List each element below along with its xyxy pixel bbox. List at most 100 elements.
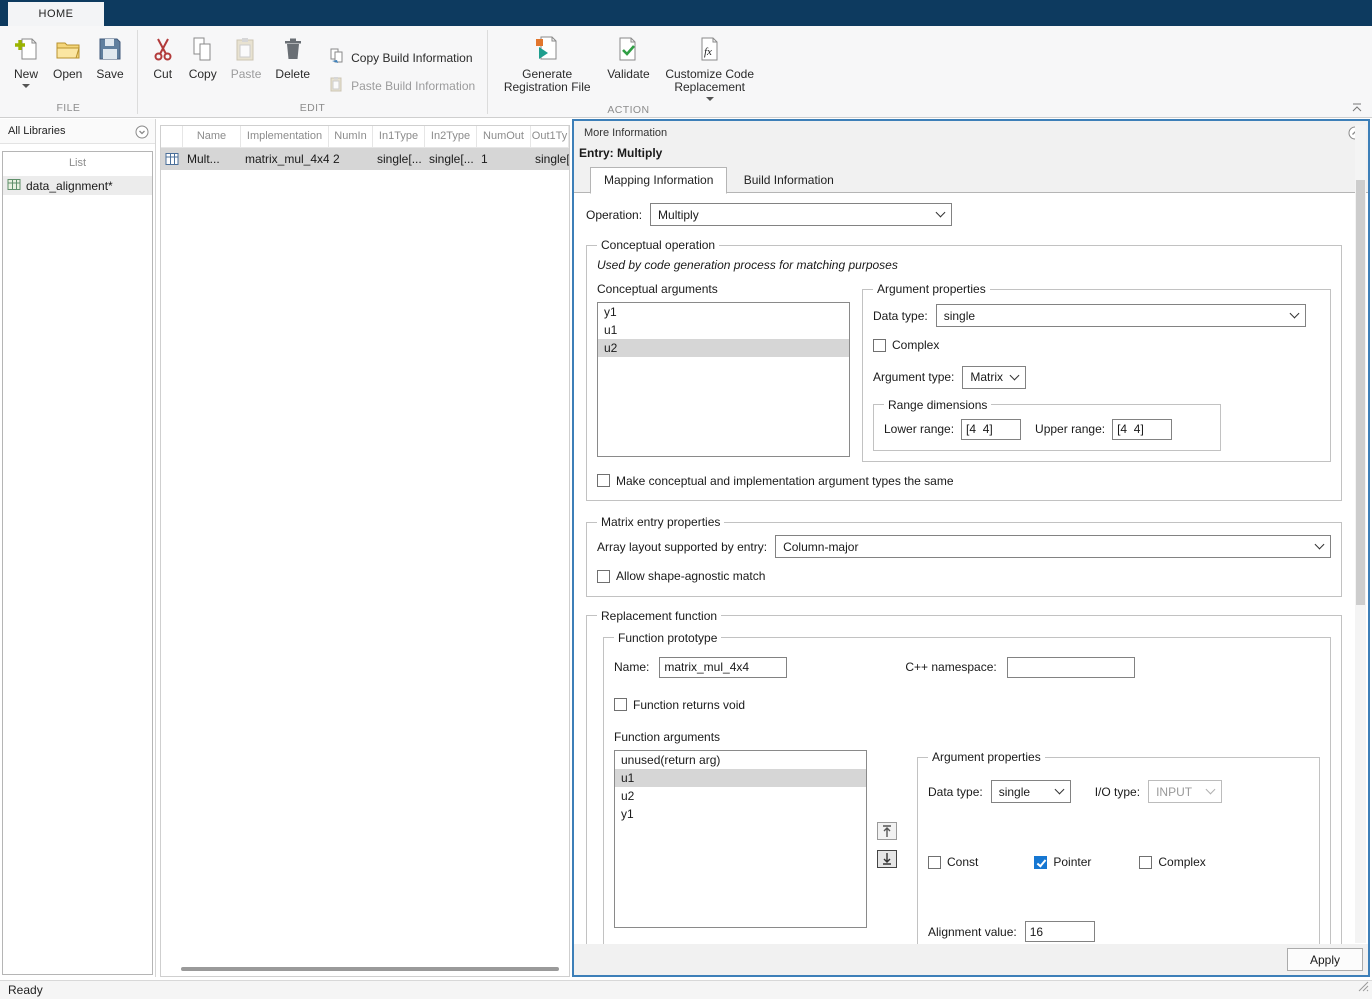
library-icon xyxy=(7,177,21,194)
list-item[interactable]: u1 xyxy=(598,321,849,339)
new-button[interactable]: New xyxy=(6,30,46,91)
conceptual-arguments-label: Conceptual arguments xyxy=(597,282,850,296)
paste-build-information-button[interactable]: Paste Build Information xyxy=(323,74,481,97)
list-item[interactable]: y1 xyxy=(615,805,866,823)
range-dimensions-legend: Range dimensions xyxy=(884,398,991,412)
ribbon-section-label-action: ACTION xyxy=(494,104,762,117)
argument-type-label: Argument type: xyxy=(873,370,954,384)
validate-button[interactable]: Validate xyxy=(600,30,656,84)
const-checkbox-label: Const xyxy=(947,855,978,869)
minimize-ribbon-icon[interactable] xyxy=(1350,102,1364,114)
new-button-label: New xyxy=(14,68,38,81)
libraries-tree: List data_alignment* xyxy=(2,151,153,975)
argument-type-dropdown[interactable]: Matrix xyxy=(962,366,1026,389)
ribbon-section-label-edit: EDIT xyxy=(144,102,481,117)
function-arguments-label: Function arguments xyxy=(614,730,1320,744)
same-types-checkbox[interactable]: Make conceptual and implementation argum… xyxy=(597,474,954,488)
cut-icon xyxy=(151,33,175,65)
cell-in1type: single[... xyxy=(373,148,425,170)
ribbon-section-file: New Open Save FILE xyxy=(0,26,137,117)
column-header-in1type[interactable]: In1Type xyxy=(373,126,425,148)
delete-icon xyxy=(280,33,306,65)
collapse-pane-icon[interactable] xyxy=(135,124,149,149)
ribbon-section-label-file: FILE xyxy=(6,102,131,117)
open-button-label: Open xyxy=(53,68,82,81)
move-argument-down-button[interactable] xyxy=(877,850,897,868)
column-header-name[interactable]: Name xyxy=(183,126,241,148)
cpp-namespace-label: C++ namespace: xyxy=(905,660,996,674)
tab-build-information[interactable]: Build Information xyxy=(731,168,847,193)
customize-code-replacement-button[interactable]: fx Customize Code Replacement xyxy=(657,30,763,104)
alignment-value-input[interactable] xyxy=(1025,921,1095,942)
function-name-input[interactable] xyxy=(659,657,787,678)
list-item[interactable]: u2 xyxy=(598,339,849,357)
shape-agnostic-checkbox-label: Allow shape-agnostic match xyxy=(616,569,765,583)
data-type-value: single xyxy=(944,309,975,323)
pointer-checkbox[interactable]: Pointer xyxy=(1034,855,1091,869)
tab-mapping-information[interactable]: Mapping Information xyxy=(590,167,727,194)
save-button-label: Save xyxy=(96,68,123,81)
table-row[interactable]: Mult... matrix_mul_4x4 2 single[... sing… xyxy=(161,148,569,170)
libraries-panel-title: All Libraries xyxy=(8,125,65,137)
complex-checkbox[interactable]: Complex xyxy=(873,338,939,352)
lower-range-input[interactable] xyxy=(961,419,1021,440)
copy-button[interactable]: Copy xyxy=(182,30,224,84)
function-data-type-dropdown[interactable]: single xyxy=(991,780,1071,803)
checkbox-box xyxy=(1139,856,1152,869)
statusbar: Ready xyxy=(0,980,1372,999)
horizontal-scrollbar-thumb[interactable] xyxy=(181,967,559,971)
resize-grip-icon[interactable] xyxy=(1357,979,1369,997)
conceptual-operation-legend: Conceptual operation xyxy=(597,238,719,252)
checkbox-box xyxy=(597,570,610,583)
function-data-type-value: single xyxy=(999,785,1030,799)
shape-agnostic-checkbox[interactable]: Allow shape-agnostic match xyxy=(597,569,765,583)
column-header-implementation[interactable]: Implementation xyxy=(241,126,329,148)
returns-void-checkbox[interactable]: Function returns void xyxy=(614,698,745,712)
library-item-label: data_alignment* xyxy=(26,179,113,193)
alignment-value-label: Alignment value: xyxy=(928,925,1017,939)
array-layout-value: Column-major xyxy=(783,540,858,554)
column-header-out1type[interactable]: Out1Ty xyxy=(531,126,569,148)
vertical-scrollbar[interactable] xyxy=(1355,125,1366,943)
cut-button[interactable]: Cut xyxy=(144,30,182,84)
open-button[interactable]: Open xyxy=(46,30,89,84)
array-layout-dropdown[interactable]: Column-major xyxy=(775,535,1331,558)
apply-button[interactable]: Apply xyxy=(1287,948,1363,971)
function-complex-checkbox[interactable]: Complex xyxy=(1139,855,1205,869)
paste-button-label: Paste xyxy=(231,68,262,81)
cpp-namespace-input[interactable] xyxy=(1007,657,1135,678)
conceptual-arguments-list[interactable]: y1 u1 u2 xyxy=(597,302,850,457)
delete-button[interactable]: Delete xyxy=(268,30,317,84)
copy-build-information-button[interactable]: Copy Build Information xyxy=(323,46,481,69)
column-header-numin[interactable]: NumIn xyxy=(329,126,373,148)
upper-range-input[interactable] xyxy=(1112,419,1172,440)
range-dimensions-group: Range dimensions Lower range: Upper rang… xyxy=(873,398,1221,451)
horizontal-scrollbar[interactable] xyxy=(163,964,567,974)
paste-button[interactable]: Paste xyxy=(224,30,269,84)
list-item[interactable]: u2 xyxy=(615,787,866,805)
operation-dropdown[interactable]: Multiply xyxy=(650,203,952,226)
new-document-icon xyxy=(13,33,39,65)
data-type-dropdown[interactable]: single xyxy=(936,304,1306,327)
vertical-scrollbar-thumb[interactable] xyxy=(1356,180,1365,605)
status-text: Ready xyxy=(8,983,43,997)
save-button[interactable]: Save xyxy=(89,30,130,84)
const-checkbox[interactable]: Const xyxy=(928,855,978,869)
column-header-in2type[interactable]: In2Type xyxy=(425,126,477,148)
list-item[interactable]: u1 xyxy=(615,769,866,787)
list-item[interactable]: unused(return arg) xyxy=(615,751,866,769)
chevron-down-icon xyxy=(706,97,714,101)
column-header-icon[interactable] xyxy=(161,126,183,148)
library-item[interactable]: data_alignment* xyxy=(3,176,152,195)
column-header-numout[interactable]: NumOut xyxy=(477,126,531,148)
function-arguments-list[interactable]: unused(return arg) u1 u2 y1 xyxy=(614,750,867,928)
list-item[interactable]: y1 xyxy=(598,303,849,321)
generate-registration-file-button[interactable]: Generate Registration File xyxy=(494,30,600,97)
validate-icon xyxy=(615,33,641,65)
open-folder-icon xyxy=(55,33,81,65)
tab-home[interactable]: HOME xyxy=(8,2,104,26)
move-argument-up-button[interactable] xyxy=(877,822,897,840)
customize-code-replacement-label: Customize Code Replacement xyxy=(664,68,756,94)
paste-icon xyxy=(233,33,259,65)
chevron-down-icon xyxy=(1290,309,1300,319)
